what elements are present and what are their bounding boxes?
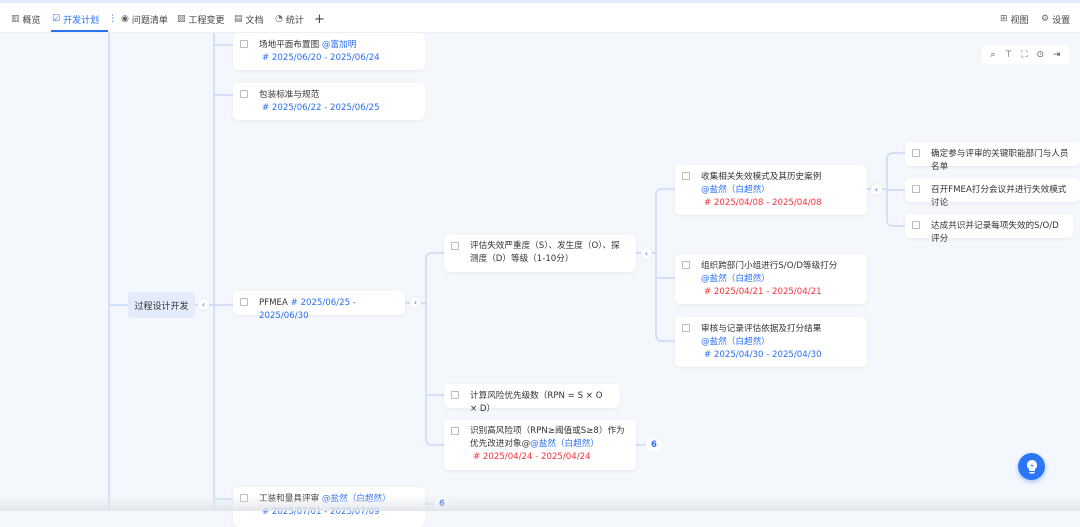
checkbox[interactable] [682,261,690,269]
grid-icon: ⊞ [1000,14,1008,24]
date-range: # 2025/06/20 - 2025/06/24 [262,53,380,63]
export-icon[interactable]: ⇥ [1053,50,1061,60]
root-node[interactable]: 过程设计开发 [128,292,195,318]
collapse-toggle[interactable]: ‹ [641,248,652,259]
ai-assistant-button[interactable] [1018,453,1045,480]
node-high-risk[interactable]: 识别高风险项（RPN≥阈值或S≥8）作为优先改进对象@@盐然（白超然） # 20… [444,420,636,470]
date-range: # 2025/04/30 - 2025/04/30 [704,350,822,360]
settings-button[interactable]: ⚙ 设置 [1041,11,1070,27]
checkbox[interactable] [912,185,920,193]
checkbox[interactable] [240,494,248,502]
date-range: # 2025/06/22 - 2025/06/25 [262,103,380,113]
search-icon[interactable]: ⌕ [990,50,995,60]
add-tab-button[interactable]: + [314,11,325,27]
tab-docs[interactable]: ▤ 文档 [234,11,264,27]
node-confirm[interactable]: 确定参与评审的关键职能部门与人员名单 [905,142,1080,172]
chart-icon: ▥ [11,14,20,24]
tab-issues[interactable]: ◉ 问题清单 [121,11,168,27]
assignee[interactable]: @盐然（白超然） [701,184,859,197]
assignee[interactable]: @盐然（白超然） [701,336,859,349]
node-organize[interactable]: 组织跨部门小组进行S/O/D等级打分 @盐然（白超然） # 2025/04/21… [675,254,867,304]
node-review[interactable]: 审核与记录评估依据及打分结果 @盐然（白超然） # 2025/04/30 - 2… [675,317,867,367]
node-packaging[interactable]: 包装标准与规范 # 2025/06/22 - 2025/06/25 [233,83,425,120]
checkbox[interactable] [451,427,459,435]
node-tooling[interactable]: 工装和量具评审 @盐然（白超然） # 2025/07/01 - 2025/07/… [233,487,425,527]
checkbox[interactable] [240,90,248,98]
date-range: # 2025/07/01 - 2025/07/09 [262,507,380,517]
assignee[interactable]: @盐然（白超然） [701,273,859,286]
clock-pie-icon: ◔ [275,14,283,24]
tab-eng-change[interactable]: ▧ 工程变更 [177,11,225,27]
node-site-layout[interactable]: 场地平面布置图 @富加明 # 2025/06/20 - 2025/06/24 [233,33,425,70]
fullscreen-icon[interactable]: ⛶ [1021,50,1027,60]
checkbox[interactable] [912,221,920,229]
image-icon: ▧ [177,14,186,24]
document-icon: ▤ [234,14,243,24]
child-count-badge[interactable]: 6 [646,439,662,451]
view-button[interactable]: ⊞ 视图 [1000,11,1029,27]
focus-icon[interactable]: ⊙ [1036,50,1044,60]
node-collect[interactable]: 收集相关失效模式及其历史案例 @盐然（白超然） # 2025/04/08 - 2… [675,165,867,215]
node-rpn[interactable]: 计算风险优先级数（RPN = S × O × D） [444,384,620,414]
collapse-toggle[interactable]: ‹ [410,297,421,308]
child-count-badge[interactable]: 6 [434,498,450,510]
assignee[interactable]: @盐然（白超然） [322,494,391,504]
collapse-toggle[interactable]: ‹ [198,299,209,310]
tab-bar: ▥ 概览 ☑ 开发计划 ⋮ ◉ 问题清单 ▧ 工程变更 ▤ 文档 ◔ 统计 + ⊞ 视图 ⚙ 设置 [0,0,1080,33]
tab-dev-plan[interactable]: ☑ 开发计划 ⋮ [52,11,117,27]
structure-icon[interactable]: ⊤ [1004,50,1012,60]
check-square-icon: ☑ [52,14,61,24]
more-icon[interactable]: ⋮ [108,14,117,24]
date-range: # 2025/04/08 - 2025/04/08 [704,198,822,208]
checkbox[interactable] [912,149,920,157]
node-consensus[interactable]: 达成共识并记录每项失效的S/O/D评分 [905,214,1073,244]
tab-overview[interactable]: ▥ 概览 [11,11,41,27]
canvas-toolbar: ⌕ ⊤ ⛶ ⊙ ⇥ [982,45,1069,64]
checkbox[interactable] [240,40,248,48]
node-pfmea[interactable]: PFMEA # 2025/06/25 - 2025/06/30 [233,291,405,321]
active-tab-indicator [51,30,108,32]
assignee[interactable]: @富加明 [322,40,356,50]
lightbulb-icon [1026,459,1037,473]
assignee[interactable]: @盐然（白超然） [530,439,599,449]
checkbox[interactable] [682,324,690,332]
tab-stats[interactable]: ◔ 统计 [275,11,304,27]
node-assess[interactable]: 评估失效严重度（S）、发生度（O）、探测度（D）等级（1-10分） [444,235,636,272]
node-meeting[interactable]: 召开FMEA打分会议并进行失效模式讨论 [905,178,1080,208]
gear-icon: ⚙ [1041,14,1050,24]
collapse-toggle[interactable]: ‹ [871,184,882,195]
date-range: # 2025/04/24 - 2025/04/24 [473,452,591,462]
checkbox[interactable] [240,298,248,306]
checkbox[interactable] [682,172,690,180]
date-range: # 2025/04/21 - 2025/04/21 [704,287,822,297]
issue-icon: ◉ [121,14,129,24]
checkbox[interactable] [451,391,459,399]
checkbox[interactable] [451,242,459,250]
